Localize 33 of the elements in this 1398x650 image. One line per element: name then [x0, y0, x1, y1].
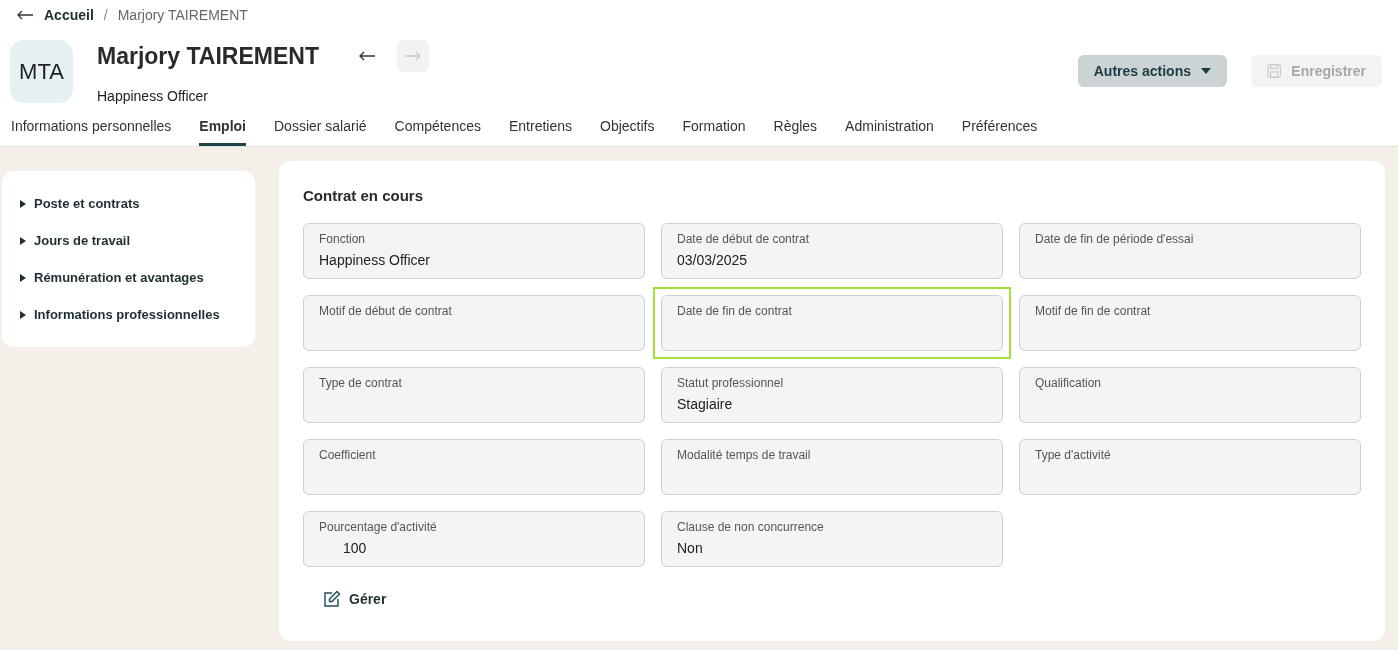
employee-name: Marjory TAIREMENT — [97, 42, 319, 70]
sidebar-item[interactable]: Jours de travail — [2, 222, 255, 259]
caret-icon — [1201, 68, 1211, 74]
more-actions-button[interactable]: Autres actions — [1077, 55, 1227, 87]
tab[interactable]: Compétences — [394, 112, 481, 146]
tab[interactable]: Entretiens — [508, 112, 572, 146]
tab[interactable]: Informations personnelles — [11, 112, 172, 146]
tab[interactable]: Dossier salarié — [274, 112, 367, 146]
tab[interactable]: Emploi — [199, 112, 246, 146]
form-field[interactable]: Date de fin de contrat — [653, 287, 1011, 359]
avatar: MTA — [10, 40, 73, 103]
triangle-icon — [20, 236, 26, 245]
edit-icon — [323, 590, 341, 608]
sidebar-item[interactable]: Informations professionnelles — [2, 296, 255, 333]
manage-link[interactable]: Gérer — [317, 589, 393, 609]
sidebar-item[interactable]: Poste et contrats — [2, 185, 255, 222]
triangle-icon — [20, 199, 26, 208]
tab[interactable]: Préférences — [961, 112, 1038, 146]
tab[interactable]: Objectifs — [600, 112, 655, 146]
breadcrumb-current: Marjory TAIREMENT — [117, 7, 248, 23]
sidebar-item[interactable]: Rémunération et avantages — [2, 259, 255, 296]
triangle-icon — [20, 273, 26, 282]
job-title: Happiness Officer — [97, 88, 209, 104]
arrow-icon — [403, 51, 422, 61]
arrow-icon — [357, 51, 376, 61]
breadcrumb-link[interactable]: Accueil — [44, 7, 94, 23]
back-arrow-icon[interactable] — [16, 10, 34, 20]
breadcrumb-separator: / — [103, 7, 108, 23]
triangle-icon — [20, 310, 26, 319]
tab[interactable]: Administration — [845, 112, 934, 146]
tab[interactable]: Règles — [773, 112, 818, 146]
tab[interactable]: Formation — [682, 112, 746, 146]
section-title: Contrat en cours — [303, 187, 424, 204]
